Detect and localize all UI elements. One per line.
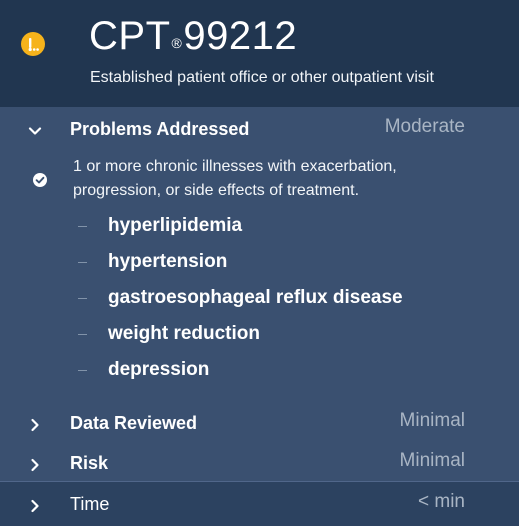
- section-data-label[interactable]: Data Reviewed: [70, 413, 197, 434]
- dash-icon: [78, 298, 87, 299]
- section-data-level: Minimal: [399, 410, 465, 431]
- code-number: 99212: [183, 14, 298, 58]
- chevron-right-icon[interactable]: [28, 458, 42, 472]
- diagnosis-label: gastroesophageal reflux disease: [108, 287, 403, 308]
- section-risk-label[interactable]: Risk: [70, 453, 108, 474]
- problems-criterion: 1 or more chronic illnesses with exacerb…: [73, 158, 397, 199]
- dash-icon: [78, 262, 87, 263]
- code-description: Established patient office or other outp…: [90, 69, 434, 86]
- chevron-down-icon[interactable]: [28, 124, 42, 138]
- check-circle-icon: [33, 173, 47, 187]
- diagnosis-label: depression: [108, 359, 210, 380]
- chevron-right-icon[interactable]: [28, 418, 42, 432]
- section-risk-level: Minimal: [399, 450, 465, 471]
- dash-icon: [78, 226, 87, 227]
- section-time-label[interactable]: Time: [70, 494, 109, 515]
- diagnosis-item: gastroesophageal reflux disease: [0, 286, 470, 322]
- dash-icon: [78, 370, 87, 371]
- section-problems-label[interactable]: Problems Addressed: [70, 119, 249, 140]
- registered-mark: ®: [171, 35, 183, 51]
- diagnosis-label: hypertension: [108, 251, 228, 272]
- code-prefix: CPT: [89, 14, 171, 58]
- diagnosis-label: hyperlipidemia: [108, 215, 243, 236]
- diagnosis-item: depression: [0, 358, 470, 394]
- diagnosis-label: weight reduction: [108, 323, 260, 344]
- diagnosis-item: hyperlipidemia: [0, 214, 470, 250]
- in-progress-status-icon: [21, 32, 45, 56]
- diagnosis-item: hypertension: [0, 250, 470, 286]
- diagnosis-item: weight reduction: [0, 322, 470, 358]
- diagnosis-list: hyperlipidemia hypertension gastroesopha…: [0, 214, 470, 394]
- cpt-code-title: CPT®99212: [89, 14, 297, 59]
- code-header: CPT®99212 Established patient office or …: [0, 0, 519, 107]
- dash-icon: [78, 334, 87, 335]
- chevron-right-icon[interactable]: [28, 499, 42, 513]
- section-problems-level: Moderate: [384, 116, 465, 137]
- section-time-level: < min: [418, 491, 465, 512]
